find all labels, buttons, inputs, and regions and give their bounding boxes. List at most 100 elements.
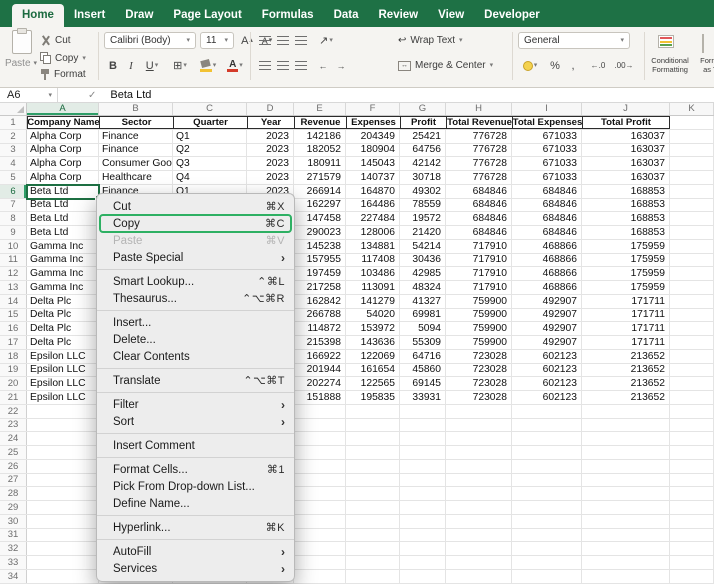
cell-A9[interactable]: Beta Ltd [27,226,99,239]
cell-J3[interactable]: 163037 [582,143,670,157]
cell-F7[interactable]: 164486 [346,198,400,212]
cell-K33[interactable] [670,556,714,569]
cell-I3[interactable]: 671033 [512,143,582,157]
context-menu-item-cut[interactable]: Cut ⌘X [97,198,294,215]
row-header-30[interactable]: 30 [0,514,27,528]
cell-I27[interactable] [512,473,582,487]
merge-center-button[interactable]: ↔ Merge & Center ▾ [398,60,493,71]
cell-A33[interactable] [27,556,99,569]
name-box[interactable]: A6 ▾ [0,88,58,102]
cell-E8[interactable]: 147458 [294,212,346,225]
cell-J7[interactable]: 168853 [582,198,670,212]
cell-G28[interactable] [400,487,446,500]
cell-F31[interactable] [346,528,400,542]
format-as-table-label[interactable]: Format as Ta [692,56,714,74]
cell-J16[interactable]: 171711 [582,322,670,335]
align-left-button[interactable] [256,57,274,74]
cell-F17[interactable]: 143636 [346,336,400,349]
cell-J1[interactable]: Total Profit [582,116,670,129]
cell-K11[interactable] [670,253,714,267]
row-header-23[interactable]: 23 [0,418,27,432]
cell-H21[interactable]: 723028 [446,391,512,404]
cell-G10[interactable]: 54214 [400,239,446,253]
font-color-button[interactable]: A ▾ [224,57,246,74]
context-menu-item-filter[interactable]: Filter › [97,396,294,413]
cell-A24[interactable] [27,432,99,445]
percent-format-button[interactable]: % [546,57,564,74]
cell-K32[interactable] [670,542,714,555]
font-size-select[interactable]: 11 ▾ [200,32,234,49]
cell-F14[interactable]: 141279 [346,294,400,308]
context-menu-item-insert[interactable]: Insert... [97,314,294,331]
orientation-button[interactable]: ↗ ▾ [314,32,338,49]
cell-F3[interactable]: 180904 [346,143,400,157]
cell-J32[interactable] [582,542,670,555]
cell-I20[interactable]: 602123 [512,377,582,390]
cell-A3[interactable]: Alpha Corp [27,143,99,157]
cell-E19[interactable]: 201944 [294,363,346,377]
context-menu-item-paste-special[interactable]: Paste Special › [97,249,294,266]
cell-E27[interactable] [294,473,346,487]
row-header-9[interactable]: 9 [0,226,27,239]
cell-C4[interactable]: Q3 [173,157,247,170]
cell-F29[interactable] [346,501,400,514]
cell-K18[interactable] [670,349,714,363]
cell-F21[interactable]: 195835 [346,391,400,404]
column-header-E[interactable]: E [294,103,346,115]
row-header-18[interactable]: 18 [0,349,27,363]
tab-home[interactable]: Home [12,4,64,27]
cell-F11[interactable]: 117408 [346,253,400,267]
cell-G9[interactable]: 21420 [400,226,446,239]
cell-F9[interactable]: 128006 [346,226,400,239]
cell-H11[interactable]: 717910 [446,253,512,267]
cell-F32[interactable] [346,542,400,555]
cell-E15[interactable]: 266788 [294,308,346,322]
italic-button[interactable]: I [122,57,140,74]
cell-J18[interactable]: 213652 [582,349,670,363]
row-header-19[interactable]: 19 [0,363,27,377]
cell-A31[interactable] [27,528,99,542]
cell-I25[interactable] [512,446,582,459]
cell-A22[interactable] [27,404,99,418]
cell-I8[interactable]: 684846 [512,212,582,225]
cell-J8[interactable]: 168853 [582,212,670,225]
cell-C2[interactable]: Q1 [173,129,247,143]
cell-G26[interactable] [400,459,446,473]
column-header-I[interactable]: I [512,103,582,115]
cell-G7[interactable]: 78559 [400,198,446,212]
row-header-11[interactable]: 11 [0,253,27,267]
cell-G15[interactable]: 69981 [400,308,446,322]
cell-B3[interactable]: Finance [99,143,173,157]
cell-K7[interactable] [670,198,714,212]
cell-K12[interactable] [670,267,714,280]
align-right-button[interactable] [292,57,310,74]
cell-K30[interactable] [670,514,714,528]
cell-H34[interactable] [446,569,512,583]
cell-F4[interactable]: 145043 [346,157,400,170]
cell-J19[interactable]: 213652 [582,363,670,377]
cell-H2[interactable]: 776728 [446,129,512,143]
cell-I14[interactable]: 492907 [512,294,582,308]
cell-E7[interactable]: 162297 [294,198,346,212]
context-menu-item-sort[interactable]: Sort › [97,413,294,430]
copy-button[interactable]: Copy ▾ [40,52,86,64]
cell-E16[interactable]: 114872 [294,322,346,335]
cell-E3[interactable]: 182052 [294,143,346,157]
row-header-25[interactable]: 25 [0,446,27,459]
cell-J14[interactable]: 171711 [582,294,670,308]
cell-A30[interactable] [27,514,99,528]
cell-I33[interactable] [512,556,582,569]
context-menu-item-services[interactable]: Services › [97,560,294,577]
cell-I15[interactable]: 492907 [512,308,582,322]
cell-F24[interactable] [346,432,400,445]
cell-H25[interactable] [446,446,512,459]
cell-B4[interactable]: Consumer Goods [99,157,173,170]
cell-E5[interactable]: 271579 [294,171,346,184]
cell-E24[interactable] [294,432,346,445]
cell-A26[interactable] [27,459,99,473]
cell-A20[interactable]: Epsilon LLC [27,377,99,390]
select-all-corner[interactable] [0,103,27,115]
context-menu-item-hyperlink[interactable]: Hyperlink... ⌘K [97,519,294,536]
cell-I34[interactable] [512,569,582,583]
context-menu-item-translate[interactable]: Translate ⌃⌥⌘T [97,372,294,389]
